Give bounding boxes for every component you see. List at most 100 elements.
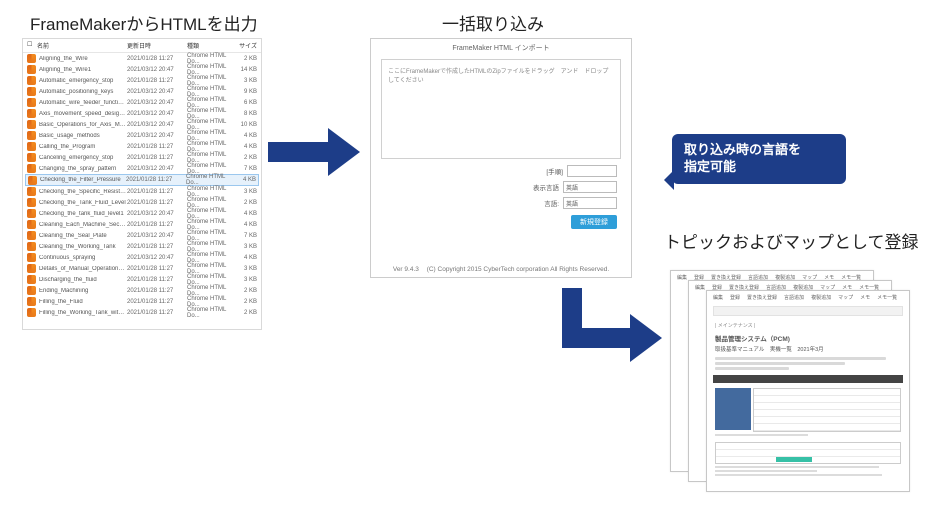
display-lang-label: 表示言語 (533, 182, 559, 192)
file-name: Checking_the_tank_fluid_level1 (39, 211, 127, 217)
col-date[interactable]: 更新日時 (127, 41, 187, 50)
table-row[interactable]: Axis_movement_speed_designation_k...2021… (25, 108, 259, 119)
file-size: 2 KB (237, 56, 257, 62)
file-name: Cleaning_Each_Machine_Section (39, 222, 127, 228)
doc-tab[interactable]: 編集 (675, 274, 689, 281)
html-file-icon (27, 87, 36, 96)
table-row[interactable]: Cleaning_the_Seal_Plate2021/03/12 20:47C… (25, 230, 259, 241)
file-name: Discharging_the_fluid (39, 277, 127, 283)
html-file-icon (27, 131, 36, 140)
file-size: 3 KB (237, 78, 257, 84)
table-row[interactable]: Basic_usage_methods2021/03/12 20:47Chrom… (25, 130, 259, 141)
file-size: 2 KB (237, 200, 257, 206)
form-lang: 言語: 英語 (371, 195, 631, 211)
table-row[interactable]: Cleaning_the_Working_Tank2021/01/28 11:2… (25, 241, 259, 252)
file-name: Aligning_the_Wire1 (39, 67, 127, 73)
html-file-icon (27, 98, 36, 107)
doc-tab[interactable]: 編集 (693, 284, 707, 291)
doc-toolbar[interactable] (713, 306, 903, 316)
doc-subtitle: 取扱基準マニュアル 実機一覧 2021年3月 (715, 345, 901, 353)
table-row[interactable]: Automatic_wire_feeder_function_keys2021/… (25, 97, 259, 108)
html-file-icon (27, 187, 36, 196)
file-name: Checking_the_Tank_Fluid_Level (39, 200, 127, 206)
doc-tab[interactable]: メモ一覧 (875, 294, 899, 301)
table-row[interactable]: Aligning_the_Wire12021/03/12 20:47Chrome… (25, 64, 259, 75)
file-size: 6 KB (237, 100, 257, 106)
table-row[interactable]: Basic_Operations_for_Axis_Movement2021/0… (25, 119, 259, 130)
doc-tabs[interactable]: 編集登録置き換え登録言語追加複製追加マップメモメモ一覧 (707, 291, 909, 304)
file-date: 2021/01/28 11:27 (127, 78, 187, 84)
explorer-rows: Aligning_the_Wire2021/01/28 11:27Chrome … (23, 53, 261, 318)
form-display-lang: 表示言語 英語 (371, 179, 631, 195)
html-file-icon (27, 220, 36, 229)
html-file-icon (27, 54, 36, 63)
file-name: Canceling_emergency_stop (39, 155, 127, 161)
register-button[interactable]: 新規登録 (571, 215, 617, 229)
col-type[interactable]: 種類 (187, 41, 237, 50)
file-date: 2021/01/28 11:27 (127, 299, 187, 305)
file-name: Calling_the_Program (39, 144, 127, 150)
doc-minitable (715, 442, 901, 464)
lang-select[interactable]: 英語 (563, 197, 617, 209)
file-name: Automatic_emergency_stop (39, 78, 127, 84)
table-row[interactable]: Discharging_the_fluid2021/01/28 11:27Chr… (25, 274, 259, 285)
table-row[interactable]: Cleaning_Each_Machine_Section2021/01/28 … (25, 219, 259, 230)
doc-tab[interactable]: 編集 (711, 294, 725, 301)
arrow-export-to-import (268, 128, 360, 176)
caption-register: トピックおよびマップとして登録 (664, 228, 919, 253)
doc-tab[interactable]: メモ (858, 294, 872, 301)
html-file-icon (27, 109, 36, 118)
html-file-icon (28, 176, 37, 185)
table-row[interactable]: Calling_the_Program2021/01/28 11:27Chrom… (25, 141, 259, 152)
col-name[interactable]: 名前 (37, 41, 127, 50)
col-size[interactable]: サイズ (237, 41, 257, 50)
doc-section-band (713, 375, 903, 383)
table-row[interactable]: Details_of_Manual_Operation_Box_fun...20… (25, 263, 259, 274)
file-explorer: ☐ 名前 更新日時 種類 サイズ Aligning_the_Wire2021/0… (22, 38, 262, 330)
display-lang-select[interactable]: 英語 (563, 181, 617, 193)
table-row[interactable]: Checking_the_Tank_Fluid_Level2021/01/28 … (25, 197, 259, 208)
file-size: 2 KB (237, 310, 257, 316)
table-row[interactable]: Checking_the_Filter_Pressure2021/01/28 1… (25, 174, 259, 186)
file-size: 4 KB (237, 133, 257, 139)
table-row[interactable]: Automatic_positioning_keys2021/03/12 20:… (25, 86, 259, 97)
doc-tab[interactable]: マップ (836, 294, 855, 301)
doc-body: | メインテナンス | 製品管理システム（PCM) 取扱基準マニュアル 実機一覧… (707, 318, 909, 482)
doc-tab[interactable]: 言語追加 (782, 294, 806, 301)
doc-table (715, 388, 901, 432)
doc-tab[interactable]: 置き換え登録 (745, 294, 779, 301)
table-row[interactable]: Checking_the_Specific_Resistivity2021/01… (25, 186, 259, 197)
tezyun-input[interactable] (567, 165, 617, 177)
html-file-icon (27, 264, 36, 273)
file-name: Basic_Operations_for_Axis_Movement (39, 122, 127, 128)
file-size: 2 KB (237, 299, 257, 305)
table-row[interactable]: Automatic_emergency_stop2021/01/28 11:27… (25, 75, 259, 86)
file-size: 2 KB (237, 155, 257, 161)
file-name: Changing_the_spray_pattern (39, 166, 127, 172)
file-date: 2021/03/12 20:47 (127, 111, 187, 117)
lang-label: 言語: (544, 198, 559, 208)
table-row[interactable]: Aligning_the_Wire2021/01/28 11:27Chrome … (25, 53, 259, 64)
doc-tab[interactable]: 登録 (728, 294, 742, 301)
table-row[interactable]: Changing_the_spray_pattern2021/03/12 20:… (25, 163, 259, 174)
table-row[interactable]: Canceling_emergency_stop2021/01/28 11:27… (25, 152, 259, 163)
file-name: Filling_the_Working_Tank_with_Dielect... (39, 310, 127, 316)
import-title: FrameMaker HTML インポート (371, 39, 631, 55)
doc-tab[interactable]: 複製追加 (809, 294, 833, 301)
file-name: Automatic_positioning_keys (39, 89, 127, 95)
table-row[interactable]: Ending_Machining2021/01/28 11:27Chrome H… (25, 285, 259, 296)
table-row[interactable]: Filling_the_Working_Tank_with_Dielect...… (25, 307, 259, 318)
table-row[interactable]: Continuous_spraying2021/03/12 20:47Chrom… (25, 252, 259, 263)
file-name: Basic_usage_methods (39, 133, 127, 139)
callout-line2: 指定可能 (684, 159, 834, 176)
table-row[interactable]: Filling_the_Fluid2021/01/28 11:27Chrome … (25, 296, 259, 307)
html-file-icon (27, 198, 36, 207)
file-date: 2021/03/12 20:47 (127, 89, 187, 95)
file-name: Checking_the_Filter_Pressure (40, 177, 126, 183)
file-size: 3 KB (237, 189, 257, 195)
doc-breadcrumb: | メインテナンス | (715, 322, 901, 329)
form-tezyun: [手順] (371, 163, 631, 179)
table-row[interactable]: Checking_the_tank_fluid_level12021/03/12… (25, 208, 259, 219)
dropzone[interactable]: ここにFrameMakerで作成したHTMLのZipファイルをドラッグ アンド … (381, 59, 621, 159)
tezyun-label: [手順] (546, 166, 563, 176)
